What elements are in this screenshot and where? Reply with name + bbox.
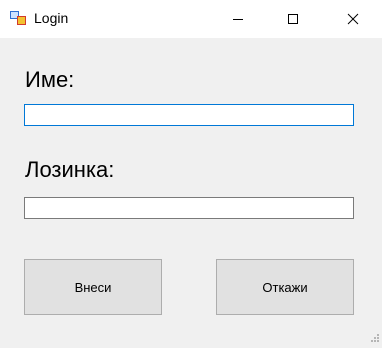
maximize-button[interactable] [270, 0, 316, 38]
resize-grip-icon[interactable] [370, 330, 380, 342]
login-window: Login Име: Лозинка: Внеси Откажи [0, 0, 382, 342]
password-label: Лозинка: [25, 157, 115, 182]
maximize-icon [288, 14, 298, 24]
minimize-button[interactable] [215, 0, 261, 38]
title-bar[interactable]: Login [0, 0, 382, 38]
close-button[interactable] [330, 0, 376, 38]
submit-button[interactable]: Внеси [24, 259, 162, 315]
close-icon [347, 13, 359, 25]
username-label: Име: [25, 67, 75, 92]
cancel-button[interactable]: Откажи [216, 259, 354, 315]
window-title: Login [34, 10, 69, 26]
username-input[interactable] [24, 104, 354, 126]
minimize-icon [233, 19, 243, 20]
app-icon [10, 10, 26, 26]
password-input[interactable] [24, 197, 354, 219]
